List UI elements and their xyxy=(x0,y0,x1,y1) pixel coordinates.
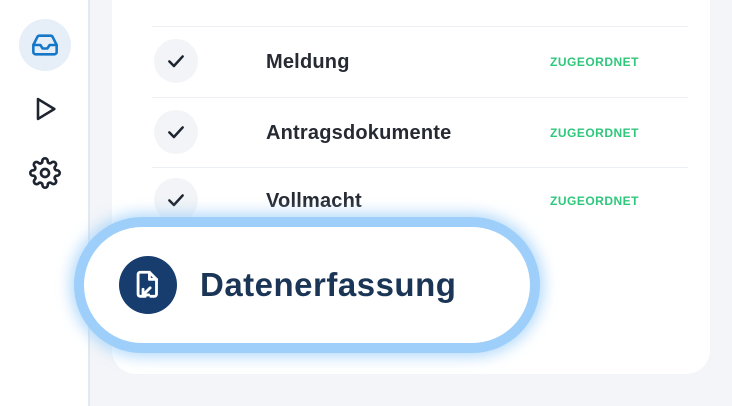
datenerfassung-label: Datenerfassung xyxy=(200,266,457,303)
check-icon xyxy=(168,126,184,139)
document-row-vollmacht[interactable]: Vollmacht ZUGEORDNET xyxy=(152,166,688,236)
play-icon xyxy=(36,97,56,121)
document-row-meldung[interactable]: Meldung ZUGEORDNET xyxy=(152,27,688,97)
document-title: Antragsdokumente xyxy=(266,122,452,144)
document-title: Vollmacht xyxy=(266,190,362,212)
document-title: Meldung xyxy=(266,51,350,73)
document-transfer-icon xyxy=(119,256,177,314)
check-badge xyxy=(154,39,198,83)
status-badge: ZUGEORDNET xyxy=(550,126,639,140)
sidebar-item-inbox[interactable] xyxy=(19,19,71,71)
check-badge xyxy=(154,110,198,154)
status-badge: ZUGEORDNET xyxy=(550,55,639,69)
check-icon xyxy=(168,194,184,207)
sidebar-item-play[interactable] xyxy=(19,83,71,135)
document-row-antragsdokumente[interactable]: Antragsdokumente ZUGEORDNET xyxy=(152,98,688,168)
check-icon xyxy=(168,55,184,68)
sidebar xyxy=(0,0,90,406)
inbox-icon xyxy=(32,34,58,56)
gear-icon xyxy=(29,157,61,189)
status-badge: ZUGEORDNET xyxy=(550,194,639,208)
sidebar-item-settings[interactable] xyxy=(19,147,71,199)
datenerfassung-button[interactable]: Datenerfassung xyxy=(84,227,530,343)
check-badge xyxy=(154,178,198,222)
